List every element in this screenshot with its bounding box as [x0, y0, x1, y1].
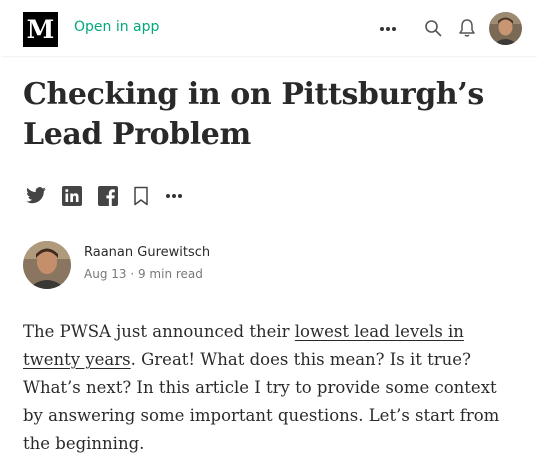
open-in-app-link[interactable]: Open in app [74, 19, 159, 35]
more-icon[interactable] [376, 17, 400, 41]
share-bar [25, 185, 195, 207]
paragraph-intro: The PWSA just announced their [23, 322, 295, 341]
article-title: Checking in on Pittsburgh’s Lead Problem [23, 77, 484, 152]
search-icon[interactable] [422, 17, 444, 39]
more-icon[interactable] [163, 185, 185, 207]
publish-date: Aug 13 [84, 267, 127, 281]
author-avatar[interactable] [23, 241, 71, 289]
article-paragraph: The PWSA just announced their lowest lea… [23, 318, 519, 456]
author-name[interactable]: Raanan Gurewitsch [84, 245, 210, 260]
top-bar: M Open in app [0, 0, 539, 56]
meta-separator: · [126, 267, 138, 281]
user-avatar[interactable] [489, 12, 522, 45]
bookmark-icon[interactable] [130, 185, 152, 207]
medium-logo[interactable]: M [23, 12, 58, 47]
linkedin-icon[interactable] [61, 185, 83, 207]
twitter-icon[interactable] [25, 185, 47, 207]
article-meta: Aug 13 · 9 min read [84, 267, 203, 281]
bell-icon[interactable] [456, 17, 478, 39]
facebook-icon[interactable] [97, 185, 119, 207]
read-time: 9 min read [137, 267, 203, 281]
